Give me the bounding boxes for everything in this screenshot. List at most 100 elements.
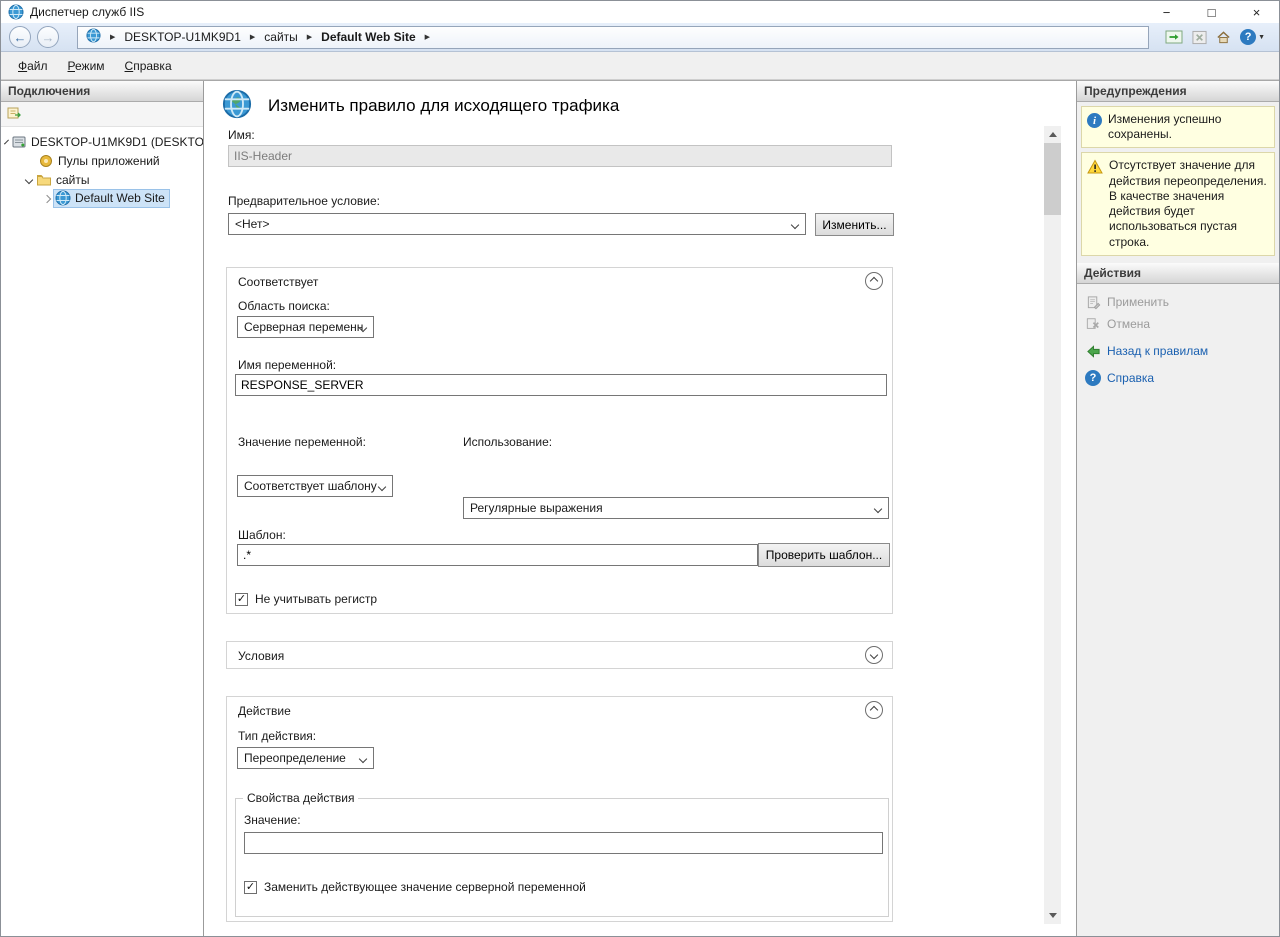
folder-icon [36, 172, 52, 188]
alert-success-text: Изменения успешно сохранены. [1108, 112, 1269, 142]
create-connection-icon[interactable] [6, 105, 22, 124]
conditions-section: Условия [226, 641, 893, 669]
back-arrow-icon: ← [14, 30, 27, 45]
home-icon [1216, 30, 1231, 45]
back-to-rules-label[interactable]: Назад к правилам [1107, 344, 1208, 358]
breadcrumb-item-sites[interactable]: сайты [264, 30, 298, 44]
collapse-action-button[interactable] [865, 701, 883, 719]
collapse-match-button[interactable] [865, 272, 883, 290]
server-icon [11, 134, 27, 150]
scope-select[interactable]: Серверная переменн [237, 316, 374, 338]
expander-icon[interactable] [25, 175, 33, 183]
page-title: Изменить правило для исходящего трафика [268, 96, 619, 116]
variable-value-select[interactable]: Соответствует шаблону [237, 475, 393, 497]
close-button[interactable]: × [1234, 1, 1279, 23]
forward-arrow-icon: → [42, 30, 55, 45]
variable-value-value: Соответствует шаблону [244, 479, 377, 493]
globe-icon [222, 89, 252, 122]
breadcrumb-item-site[interactable]: Default Web Site [321, 30, 415, 44]
breadcrumb-item-server[interactable]: DESKTOP-U1MK9D1 [124, 30, 240, 44]
minimize-button[interactable]: − [1144, 1, 1189, 23]
iis-manager-window: Диспетчер служб IIS − □ × ← → ▶ DESKTOP-… [0, 0, 1280, 937]
help-label[interactable]: Справка [1107, 371, 1154, 385]
window-title: Диспетчер служб IIS [30, 5, 144, 19]
help-icon: ? [1240, 29, 1256, 45]
usage-select[interactable]: Регулярные выражения [463, 497, 889, 519]
match-section: Соответствует Область поиска: Серверная … [226, 267, 893, 614]
tree-item-label: сайты [56, 173, 90, 187]
action-type-select[interactable]: Переопределение [237, 747, 374, 769]
right-sidebar: Предупреждения i Изменения успешно сохра… [1077, 81, 1279, 936]
apply-icon [1085, 294, 1101, 310]
chevron-down-icon: ▼ [1258, 34, 1265, 41]
usage-label: Использование: [463, 435, 552, 449]
replace-checkbox[interactable]: ✓ [244, 881, 257, 894]
tree-item-label: Пулы приложений [58, 154, 160, 168]
feature-pane: Изменить правило для исходящего трафика … [204, 81, 1077, 936]
site-globe-icon [55, 190, 71, 206]
scroll-down-button[interactable] [1044, 907, 1061, 924]
ignore-case-label: Не учитывать регистр [255, 592, 377, 606]
connections-tree: DESKTOP-U1MK9D1 (DESKTOI Пулы приложений… [1, 127, 203, 208]
value-input[interactable] [244, 832, 883, 854]
breadcrumb-separator-icon: ▶ [110, 34, 115, 41]
tree-item-default-web-site[interactable]: Default Web Site [1, 189, 203, 208]
pattern-label: Шаблон: [238, 528, 286, 542]
scroll-up-button[interactable] [1044, 126, 1061, 143]
refresh-button[interactable] [1165, 29, 1183, 45]
back-arrow-icon [1085, 343, 1101, 359]
expander-icon[interactable] [43, 194, 51, 202]
tree-item-server[interactable]: DESKTOP-U1MK9D1 (DESKTOI [1, 132, 203, 151]
tree-item-app-pools[interactable]: Пулы приложений [1, 151, 203, 170]
stop-button [1192, 30, 1207, 45]
breadcrumb-separator-icon: ▶ [307, 34, 312, 41]
vertical-scrollbar[interactable] [1044, 126, 1061, 924]
variable-name-label: Имя переменной: [238, 358, 336, 372]
nav-toolbar: ? ▼ [1155, 29, 1271, 45]
cancel-icon [1085, 316, 1101, 332]
breadcrumb-separator-icon: ▶ [250, 34, 255, 41]
alert-warning: Отсутствует значение для действия переоп… [1081, 152, 1275, 255]
ignore-case-checkbox[interactable]: ✓ [235, 593, 248, 606]
action-properties-group: Свойства действия Значение: ✓ Заменить д… [235, 798, 889, 917]
action-section: Действие Тип действия: Переопределение С… [226, 696, 893, 922]
edit-precondition-button[interactable]: Изменить... [815, 213, 894, 236]
expand-conditions-button[interactable] [865, 646, 883, 664]
conditions-section-title: Условия [238, 649, 284, 663]
test-pattern-button[interactable]: Проверить шаблон... [758, 543, 890, 567]
precondition-select[interactable]: <Нет> [228, 213, 806, 235]
app-icon [8, 4, 24, 20]
maximize-button[interactable]: □ [1189, 1, 1234, 23]
menu-item-file[interactable]: Файл [8, 55, 58, 77]
variable-name-input[interactable] [235, 374, 887, 396]
chevron-down-icon [870, 651, 878, 659]
action-properties-title: Свойства действия [243, 791, 358, 805]
tree-item-sites[interactable]: сайты [1, 170, 203, 189]
pattern-input[interactable] [237, 544, 758, 566]
variable-value-label: Значение переменной: [238, 435, 366, 449]
scroll-thumb[interactable] [1044, 143, 1061, 215]
refresh-icon [1165, 29, 1183, 45]
expander-icon[interactable] [4, 139, 9, 144]
chevron-down-icon [791, 221, 799, 229]
connections-toolbar [1, 102, 203, 127]
globe-icon [86, 28, 101, 46]
value-label: Значение: [244, 813, 301, 827]
question-mark: ? [1085, 370, 1101, 386]
tree-item-label: DESKTOP-U1MK9D1 (DESKTOI [31, 135, 203, 149]
menu-item-help[interactable]: Справка [115, 55, 182, 77]
scope-value: Серверная переменн [244, 320, 363, 334]
apply-label: Применить [1107, 295, 1169, 309]
selected-tree-item[interactable]: Default Web Site [54, 190, 169, 207]
scope-label: Область поиска: [238, 299, 330, 313]
main-area: Подключения DESKTOP-U1MK9D1 (DESKTOI Пул… [1, 80, 1279, 936]
forward-button: → [37, 26, 59, 48]
precondition-label: Предварительное условие: [228, 194, 380, 208]
name-input [228, 145, 892, 167]
help-menu-button[interactable]: ? ▼ [1240, 29, 1265, 45]
help-action[interactable]: ? Справка [1085, 369, 1273, 388]
back-to-rules-action[interactable]: Назад к правилам [1085, 342, 1273, 361]
browse-button[interactable] [1216, 30, 1231, 45]
back-button[interactable]: ← [9, 26, 31, 48]
menu-item-view[interactable]: Режим [58, 55, 115, 77]
